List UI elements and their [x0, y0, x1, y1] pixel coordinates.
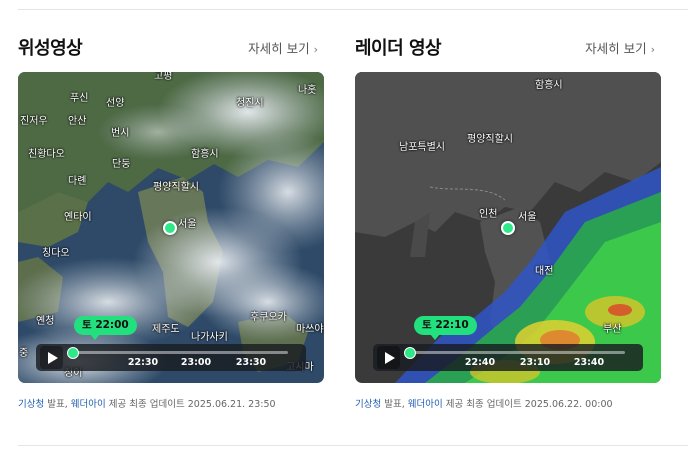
timeline-thumb[interactable]	[67, 347, 79, 359]
update-caption: 기상청 발표, 웨더아이 제공 최종 업데이트 2025.06.21. 23:5…	[18, 396, 276, 410]
map-label: 푸신	[70, 93, 89, 104]
map-label: 제주도	[152, 324, 180, 335]
more-link[interactable]: 자세히 보기 ›	[585, 38, 655, 57]
map-label: 옌타이	[64, 212, 92, 223]
top-divider	[18, 9, 688, 10]
map-label: 중	[19, 348, 29, 359]
timeline-track[interactable]	[67, 347, 288, 359]
radar-card: 레이더 영상 자세히 보기 › 함흥시 남포특별시 평양직할시 인천 서울 대전 …	[355, 30, 661, 410]
timeline-tick: 22:40	[464, 357, 496, 368]
play-icon	[384, 351, 395, 364]
map-label: 나가사키	[191, 332, 228, 343]
map-label: 칭다오	[42, 248, 70, 259]
chevron-right-icon: ›	[313, 43, 318, 56]
time-bubble-text: 토 22:00	[82, 319, 129, 331]
map-label: 고평	[154, 72, 173, 82]
bubble-tail	[90, 334, 100, 340]
caption-text: 제공 최종 업데이트 2025.06.21. 23:50	[105, 399, 276, 410]
map-label: 서울	[178, 219, 197, 230]
caption-text: 발표,	[44, 399, 71, 410]
map-label: 평양직할시	[467, 134, 513, 145]
caption-text: 발표,	[381, 399, 408, 410]
map-label: 남포특별시	[399, 142, 445, 153]
seoul-marker[interactable]	[163, 221, 177, 235]
source-link-kma[interactable]: 기상청	[355, 399, 381, 410]
seoul-marker[interactable]	[501, 221, 515, 235]
play-button[interactable]	[40, 346, 63, 369]
timeline-thumb[interactable]	[404, 347, 416, 359]
player-bar: 22:30 23:00 23:30	[36, 344, 306, 371]
source-link-weatheri[interactable]: 웨더아이	[408, 399, 443, 410]
map-label: 함흥시	[535, 80, 563, 91]
map-label: 함흥시	[191, 149, 219, 160]
map-label: 서울	[518, 212, 537, 223]
map-label: 후쿠오카	[250, 312, 287, 323]
satellite-card: 위성영상 자세히 보기 › 고평 나홋 푸신 선양 청진시 진저우 안산 번시 …	[18, 30, 324, 410]
update-caption: 기상청 발표, 웨더아이 제공 최종 업데이트 2025.06.22. 00:0…	[355, 396, 613, 410]
map-label: 인천	[479, 209, 498, 220]
more-link-label: 자세히 보기	[585, 41, 647, 56]
map-label: 안산	[68, 116, 87, 127]
map-label: 옌청	[36, 316, 55, 327]
more-link[interactable]: 자세히 보기 ›	[248, 38, 318, 57]
source-link-weatheri[interactable]: 웨더아이	[71, 399, 106, 410]
map-label: 평양직할시	[153, 182, 199, 193]
map-label: 단둥	[112, 159, 131, 170]
map-label: 선양	[106, 98, 125, 109]
timeline-tick: 23:40	[573, 357, 605, 368]
card-header: 위성영상 자세히 보기 ›	[18, 30, 324, 62]
timeline-tick: 23:00	[180, 357, 212, 368]
more-link-label: 자세히 보기	[248, 41, 310, 56]
radar-image[interactable]: 함흥시 남포특별시 평양직할시 인천 서울 대전 부산 토 22:10 22:4…	[355, 72, 661, 383]
card-header: 레이더 영상 자세히 보기 ›	[355, 30, 661, 62]
bottom-divider	[18, 445, 688, 446]
caption-text: 제공 최종 업데이트 2025.06.22. 00:00	[442, 399, 613, 410]
player-bar: 22:40 23:10 23:40	[373, 344, 643, 371]
satellite-image[interactable]: 고평 나홋 푸신 선양 청진시 진저우 안산 번시 친황다오 단둥 함흥시 다롄…	[18, 72, 324, 383]
map-label: 부산	[603, 324, 622, 335]
map-label: 청진시	[236, 98, 264, 109]
map-label: 다롄	[68, 176, 87, 187]
timeline-track[interactable]	[404, 347, 625, 359]
card-title: 레이더 영상	[355, 38, 442, 59]
map-label: 마쓰야	[296, 324, 324, 335]
time-bubble: 토 22:10	[414, 316, 477, 340]
time-bubble-text: 토 22:10	[422, 319, 469, 331]
time-bubble: 토 22:00	[74, 316, 137, 340]
map-label: 대전	[535, 266, 554, 277]
timeline-tick: 23:30	[235, 357, 267, 368]
map-label: 친황다오	[28, 149, 65, 160]
bubble-tail	[430, 334, 440, 340]
timeline-tick: 22:30	[127, 357, 159, 368]
map-label: 진저우	[20, 116, 48, 127]
chevron-right-icon: ›	[650, 43, 655, 56]
map-label: 나홋	[298, 85, 317, 96]
card-title: 위성영상	[18, 38, 83, 59]
play-icon	[47, 351, 58, 364]
map-label: 번시	[111, 128, 130, 139]
timeline-tick: 23:10	[519, 357, 551, 368]
source-link-kma[interactable]: 기상청	[18, 399, 44, 410]
play-button[interactable]	[377, 346, 400, 369]
